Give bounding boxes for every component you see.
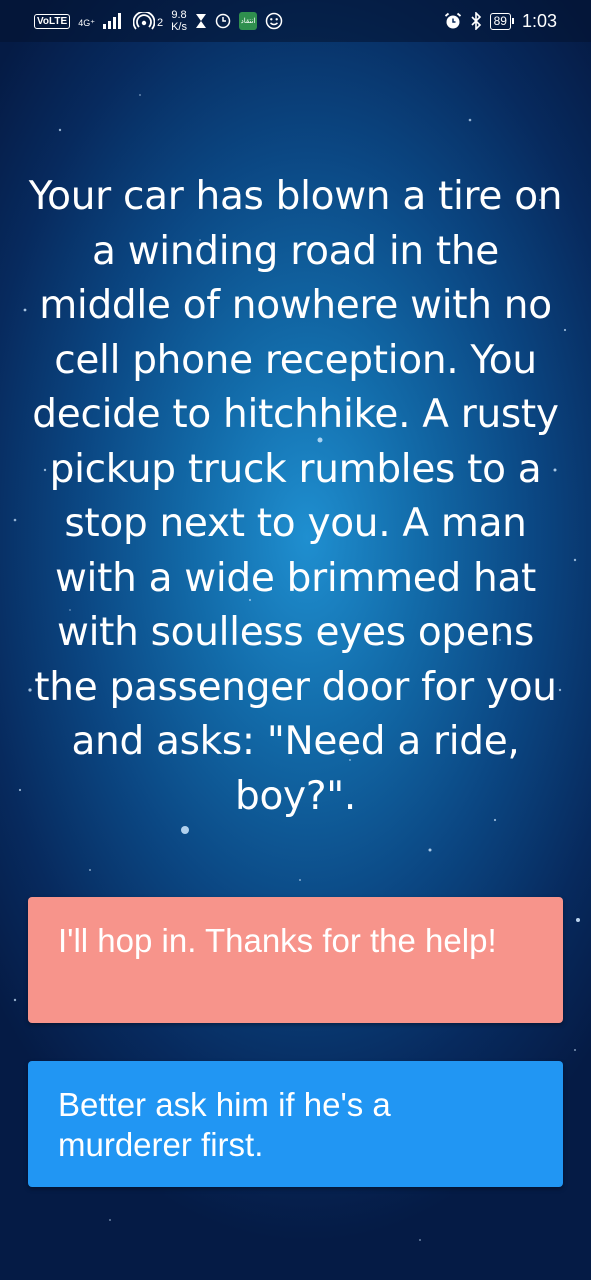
hourglass-icon bbox=[195, 14, 206, 28]
battery-tip bbox=[511, 18, 514, 24]
emoji-icon bbox=[265, 12, 283, 30]
clock-icon bbox=[215, 13, 231, 29]
network-type: 4G⁺ bbox=[78, 18, 95, 28]
status-bar-left: VoLTE 4G⁺ 2 9.8 K/s انتقاد bbox=[34, 9, 283, 33]
network-speed: 9.8 K/s bbox=[171, 9, 187, 33]
status-bar: VoLTE 4G⁺ 2 9.8 K/s انتقاد 89 1:03 bbox=[0, 0, 591, 42]
hotspot-count: 2 bbox=[156, 17, 164, 29]
alarm-icon bbox=[444, 12, 461, 29]
story-text: Your car has blown a tire on a winding r… bbox=[28, 174, 563, 819]
bluetooth-icon bbox=[471, 12, 481, 30]
choice-button-hop-in[interactable]: I'll hop in. Thanks for the help! bbox=[28, 897, 563, 1023]
battery-level: 89 bbox=[489, 12, 511, 30]
choice-button-ask-murderer[interactable]: Better ask him if he's a murderer first. bbox=[28, 1061, 563, 1187]
volte-badge: VoLTE bbox=[34, 13, 71, 29]
speed-unit: K/s bbox=[171, 21, 187, 33]
speed-value: 9.8 bbox=[171, 9, 187, 21]
status-bar-right: 89 1:03 bbox=[444, 11, 557, 32]
clock-time: 1:03 bbox=[521, 10, 557, 31]
hotspot-icon bbox=[132, 12, 155, 30]
signal-icon bbox=[102, 13, 121, 29]
app-icon-text: انتقاد bbox=[240, 18, 256, 25]
app-notification-icon: انتقاد bbox=[238, 12, 257, 30]
battery-indicator: 89 bbox=[489, 12, 514, 30]
